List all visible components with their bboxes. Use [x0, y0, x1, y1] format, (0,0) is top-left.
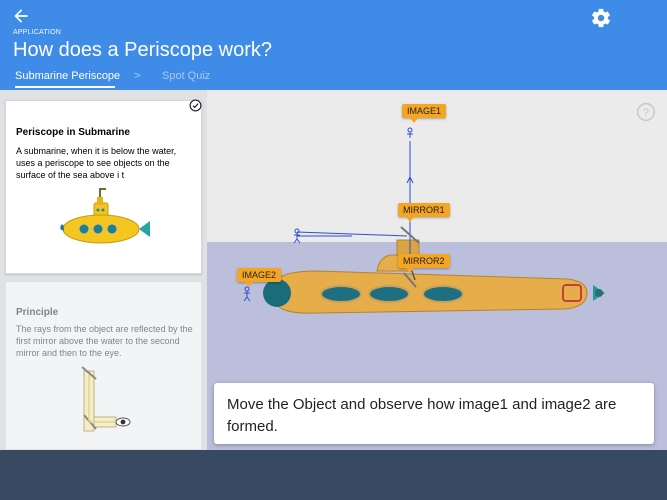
image1-label[interactable]: IMAGE1	[402, 104, 447, 123]
mirror2-label[interactable]: MIRROR2	[398, 254, 450, 273]
yellow-submarine-image	[60, 188, 150, 244]
arrow-left-icon[interactable]	[11, 6, 31, 26]
chevron-right-icon: >	[134, 70, 141, 82]
mirror1-label[interactable]: MIRROR1	[398, 203, 450, 222]
card-text: A submarine, when it is below the water,…	[16, 146, 177, 180]
periscope-diagram-image	[81, 366, 131, 432]
app-label: APPLICATION	[13, 29, 61, 36]
image2-label[interactable]: IMAGE2	[237, 268, 282, 287]
svg-text:?: ?	[643, 107, 649, 119]
instruction-box: Move the Object and observe how image1 a…	[214, 383, 654, 444]
card-periscope-in-submarine[interactable]: Periscope in Submarine A submarine, when…	[5, 100, 202, 274]
footer-bar	[0, 450, 667, 500]
tab-spot-quiz[interactable]: Spot Quiz	[162, 70, 210, 82]
tab-submarine-periscope[interactable]: Submarine Periscope	[15, 70, 120, 82]
page-title: How does a Periscope work?	[13, 39, 273, 61]
card-title: Periscope in Submarine	[16, 127, 130, 138]
submarine-scene	[243, 127, 605, 314]
card-principle[interactable]: Principle The rays from the object are r…	[5, 281, 202, 450]
help-circle-icon[interactable]: ?	[636, 102, 656, 122]
app-header: APPLICATION How does a Periscope work? S…	[0, 0, 667, 90]
card-title: Principle	[16, 307, 59, 318]
active-tab-indicator	[15, 86, 115, 88]
card-text: The rays from the object are reflected b…	[16, 324, 193, 358]
gear-icon[interactable]	[590, 7, 612, 29]
check-circle-icon	[189, 99, 202, 112]
